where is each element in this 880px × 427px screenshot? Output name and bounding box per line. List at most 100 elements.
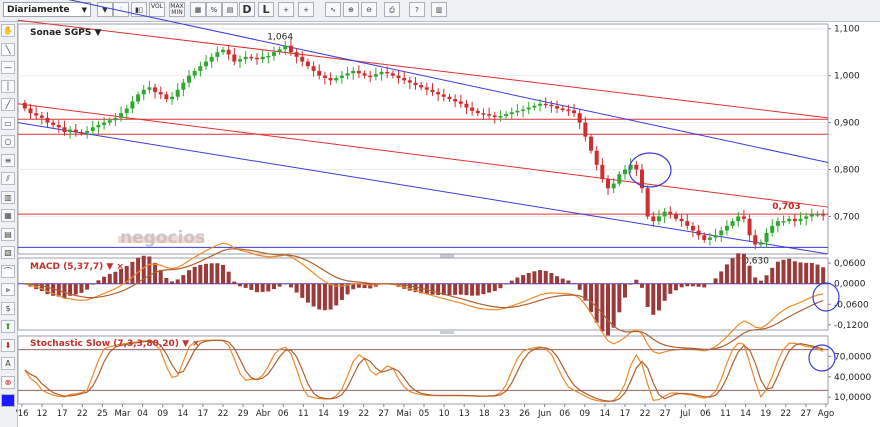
candle-body: [226, 49, 231, 55]
candle-body: [68, 129, 73, 132]
candle-body: [136, 94, 141, 102]
x-tick-label: 27: [800, 409, 811, 419]
candle-body: [758, 242, 763, 245]
macd-histogram-bar: [815, 264, 820, 284]
candle-body: [362, 73, 367, 76]
macd-histogram-bar: [792, 261, 797, 284]
candle-body: [288, 45, 293, 53]
macd-histogram-bar: [662, 283, 667, 301]
x-tick-label: 13: [459, 409, 470, 419]
macd-histogram-bar: [594, 283, 599, 323]
x-tick-label: 14: [318, 409, 329, 419]
macd-histogram-bar: [249, 283, 254, 290]
candle-body: [90, 127, 95, 132]
stoch-tick-label: 40,0000: [834, 373, 871, 383]
candle-body: [356, 70, 361, 74]
macd-histogram-bar: [266, 283, 271, 292]
candle-body: [577, 113, 582, 123]
macd-histogram-bar: [549, 273, 554, 284]
candle-body: [549, 104, 554, 107]
macd-histogram-bar: [526, 272, 531, 284]
macd-histogram-bar: [328, 283, 333, 310]
macd-histogram-bar: [453, 283, 458, 295]
candle-body: [521, 109, 526, 111]
macd-histogram-bar: [102, 276, 107, 284]
candle-body: [673, 214, 678, 219]
macd-histogram-bar: [147, 256, 152, 284]
candle-body: [634, 164, 639, 170]
x-tick-label: 05: [419, 409, 430, 419]
candle-body: [204, 61, 209, 67]
macd-histogram-bar: [170, 281, 175, 284]
candle-body: [623, 169, 627, 175]
x-tick-label: 06: [559, 409, 570, 419]
macd-histogram-bar: [515, 277, 520, 284]
candle-body: [736, 216, 741, 222]
chart-canvas: 1,1001,0000,9000,8000,700negocios1,0640,…: [15, 0, 871, 419]
x-tick-label: Abr: [256, 409, 271, 419]
macd-histogram-bar: [543, 270, 548, 284]
candle-body: [504, 114, 509, 116]
candle-body: [85, 131, 90, 133]
macd-histogram-bar: [770, 267, 775, 284]
candle-body: [566, 109, 571, 111]
candle-body: [464, 103, 469, 108]
macd-histogram-bar: [90, 283, 95, 285]
price-chart-title: Sonae SGPS ▼: [30, 28, 101, 38]
candle-body: [107, 120, 112, 123]
macd-histogram-bar: [719, 271, 724, 284]
macd-histogram-bar: [232, 281, 237, 284]
candle-body: [192, 70, 197, 76]
x-tick-label: 18: [479, 409, 490, 419]
candle-body: [62, 127, 67, 132]
macd-histogram-bar: [798, 262, 803, 284]
macd-histogram-bar: [606, 283, 611, 336]
candle-body: [113, 117, 118, 121]
candle-body: [730, 221, 735, 226]
candle-body: [538, 103, 543, 106]
watermark-bar: [118, 236, 204, 243]
macd-histogram-bar: [322, 283, 327, 311]
candle-body: [379, 71, 384, 75]
macd-histogram-bar: [696, 283, 701, 287]
panel-splitter-2: [440, 331, 454, 334]
price-tick-label: 1,100: [834, 25, 860, 35]
candle-body: [351, 70, 356, 74]
macd-histogram-bar: [492, 283, 497, 292]
candle-body: [402, 77, 407, 81]
macd-histogram-bar: [730, 258, 735, 284]
candle-body: [243, 56, 248, 60]
candle-body: [390, 73, 395, 76]
x-tick-label: 09: [579, 409, 590, 419]
macd-histogram-bar: [243, 283, 248, 288]
candle-body: [764, 232, 769, 243]
macd-histogram-bar: [237, 283, 242, 287]
macd-histogram-bar: [645, 283, 650, 307]
candle-body: [34, 113, 39, 116]
candle-body: [775, 221, 780, 226]
candle-body: [28, 108, 33, 114]
candle-body: [300, 56, 305, 62]
macd-histogram-bar: [470, 283, 475, 296]
candle-body: [617, 174, 622, 184]
macd-histogram-bar: [498, 283, 503, 289]
candle-body: [305, 61, 310, 67]
macd-histogram-bar: [804, 262, 809, 284]
macd-histogram-bar: [504, 283, 509, 285]
x-tick-label: 22: [640, 409, 651, 419]
candle-body: [770, 225, 775, 233]
candle-body: [271, 52, 276, 56]
macd-histogram-bar: [277, 283, 282, 287]
x-tick-label: 19: [760, 409, 771, 419]
candle-body: [130, 101, 135, 109]
x-tick-label: 27: [660, 409, 671, 419]
macd-histogram-bar: [775, 261, 780, 284]
macd-histogram-bar: [458, 283, 463, 295]
candle-body: [385, 71, 390, 74]
macd-tick-label: -0,1200: [834, 321, 869, 331]
candle-body: [181, 82, 186, 90]
candle-body: [283, 45, 288, 50]
macd-histogram-bar: [690, 283, 695, 287]
low-annotation: 0,630: [743, 256, 769, 266]
macd-histogram-bar: [85, 283, 90, 290]
